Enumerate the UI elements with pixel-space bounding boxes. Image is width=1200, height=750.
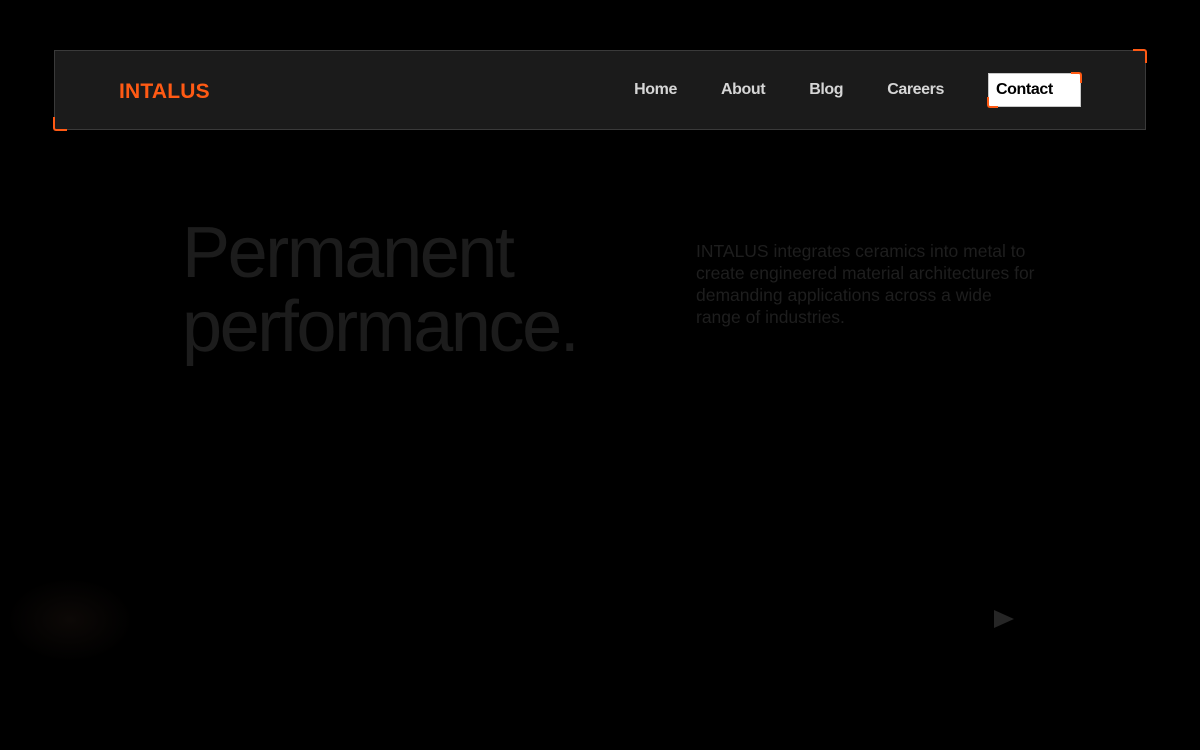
nav-link-careers[interactable]: Careers bbox=[887, 81, 944, 99]
hero-title-line-1: Permanent bbox=[182, 213, 515, 293]
hero-title: Permanent performance. bbox=[182, 213, 580, 367]
navbar-corner-accent-top-right bbox=[1133, 49, 1147, 63]
main-nav: Home About Blog Careers Contact bbox=[634, 72, 1082, 108]
nav-link-about[interactable]: About bbox=[721, 81, 766, 99]
page: INTALUS Home About Blog Careers Contact … bbox=[0, 0, 1200, 750]
contact-button[interactable]: Contact bbox=[987, 72, 1082, 108]
hero-title-line-2: performance. bbox=[182, 287, 580, 367]
hero-description: INTALUS integrates ceramics into metal t… bbox=[696, 241, 1035, 327]
background-media bbox=[0, 470, 1200, 750]
nav-link-blog[interactable]: Blog bbox=[809, 81, 843, 99]
contact-button-label: Contact bbox=[996, 81, 1053, 98]
brand-logo[interactable]: INTALUS bbox=[119, 81, 210, 102]
navbar-corner-accent-bottom-left bbox=[53, 117, 67, 131]
navbar: INTALUS Home About Blog Careers Contact bbox=[53, 49, 1147, 131]
nav-link-home[interactable]: Home bbox=[634, 81, 677, 99]
play-icon[interactable] bbox=[992, 609, 1016, 629]
background-media-glow bbox=[10, 580, 130, 660]
contact-corner-accent-bottom-left bbox=[987, 97, 998, 108]
contact-corner-accent-top-right bbox=[1071, 72, 1082, 83]
